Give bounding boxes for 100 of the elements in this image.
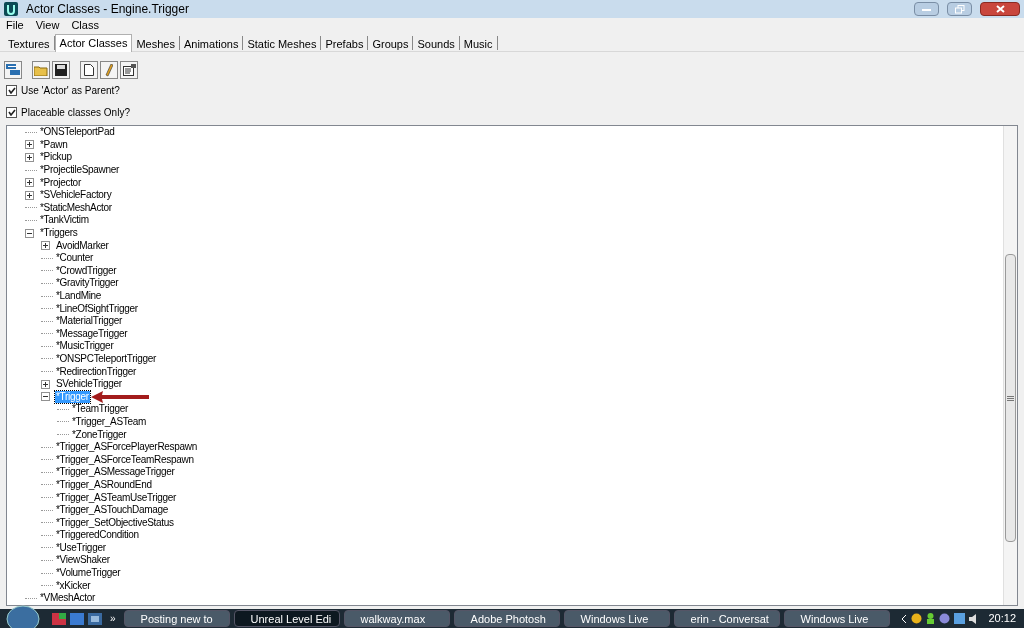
tray-globe-icon[interactable] — [939, 613, 951, 624]
tab[interactable]: Prefabs — [321, 35, 369, 50]
window-title: Actor Classes - Engine.Trigger — [26, 1, 190, 18]
tab[interactable]: Actor Classes — [54, 33, 133, 52]
taskbar-button[interactable]: Adobe Photosh — [453, 610, 560, 627]
expander[interactable] — [41, 241, 50, 251]
tree-item[interactable]: *Trigger_SetObjectiveStatus — [55, 516, 175, 529]
tree-item[interactable]: *TriggeredCondition — [55, 529, 140, 542]
edit-button[interactable] — [100, 61, 118, 79]
tree-item[interactable]: *Projector — [39, 176, 82, 189]
quick-launch-icon[interactable] — [52, 612, 66, 625]
tray-person-icon[interactable] — [926, 613, 936, 624]
tree-item[interactable]: *TankVictim — [39, 214, 90, 227]
tree-item[interactable]: *Trigger_ASTeamUseTrigger — [55, 491, 178, 504]
clock[interactable]: 20:12 — [984, 610, 1020, 627]
app-icon — [4, 2, 18, 16]
tab[interactable]: Music — [459, 35, 498, 50]
pencil-icon — [105, 63, 113, 77]
scrollbar[interactable] — [1003, 126, 1017, 605]
tree-item[interactable]: *GravityTrigger — [55, 277, 120, 290]
restore-icon — [954, 4, 965, 14]
tab[interactable]: Textures — [4, 35, 55, 50]
tree-item[interactable]: *ONSTeleportPad — [39, 126, 116, 139]
overflow-chevron[interactable]: » — [106, 611, 120, 626]
taskbar-button[interactable]: erin - Conversat — [673, 610, 780, 627]
tree-item[interactable]: *Trigger_ASRoundEnd — [55, 478, 153, 491]
taskbar-button[interactable]: Unreal Level Edi — [233, 610, 340, 627]
plus-icon — [43, 243, 48, 249]
tray-status-icon[interactable] — [911, 613, 923, 624]
tree-item[interactable]: *RedirectionTrigger — [55, 365, 138, 378]
tab[interactable]: Animations — [179, 35, 244, 50]
expander[interactable] — [41, 392, 50, 402]
tree-item[interactable]: *VMeshActor — [39, 592, 97, 605]
tab[interactable]: Groups — [368, 35, 414, 50]
tab[interactable]: Sounds — [413, 35, 460, 50]
menu-item[interactable]: Class — [71, 17, 99, 34]
tree-item[interactable]: *Triggers — [39, 227, 79, 240]
blank-page-icon — [84, 64, 94, 76]
save-button[interactable] — [52, 61, 70, 79]
tree-view-button[interactable] — [4, 61, 22, 79]
new-button[interactable] — [80, 61, 98, 79]
properties-icon — [122, 64, 136, 76]
tree-item[interactable]: *ZoneTrigger — [71, 428, 128, 441]
tree-item[interactable]: *Trigger_ASMessageTrigger — [55, 466, 176, 479]
tree-item[interactable]: *xKicker — [55, 579, 92, 592]
tree-item[interactable]: *Trigger_ASForceTeamRespawn — [55, 453, 195, 466]
plus-icon — [27, 142, 32, 148]
minimize-button[interactable] — [914, 2, 939, 16]
tree-item[interactable]: *ViewShaker — [55, 554, 111, 567]
tree-item[interactable]: *ONSPCTeleportTrigger — [55, 353, 158, 365]
tree-item[interactable]: *StaticMeshActor — [39, 201, 113, 214]
expander[interactable] — [41, 379, 50, 389]
expander[interactable] — [25, 190, 34, 200]
restore-button[interactable] — [947, 2, 972, 16]
tree-item[interactable]: *Trigger_ASForcePlayerRespawn — [55, 441, 198, 454]
tree-item[interactable]: *SVehicleFactory — [39, 189, 113, 202]
start-orb-icon[interactable] — [6, 605, 40, 628]
tree-item[interactable]: *Trigger_ASTeam — [71, 415, 148, 428]
tray-chevron-icon[interactable] — [902, 614, 908, 623]
expander[interactable] — [25, 178, 34, 188]
properties-button[interactable] — [120, 61, 138, 79]
expander[interactable] — [25, 140, 34, 150]
expander[interactable] — [25, 153, 34, 162]
tree-item[interactable]: *UseTrigger — [55, 541, 107, 554]
window-switch-icon[interactable] — [88, 612, 102, 625]
taskbar-button[interactable]: Windows Live — [563, 610, 670, 627]
tree-item[interactable]: *VolumeTrigger — [55, 567, 122, 580]
tree-item[interactable]: *LineOfSightTrigger — [55, 302, 139, 315]
close-button[interactable] — [980, 2, 1020, 16]
expander[interactable] — [25, 228, 34, 238]
tree-item[interactable]: *MessageTrigger — [55, 327, 129, 340]
minus-icon — [43, 396, 48, 398]
checkbox[interactable] — [6, 107, 17, 118]
tree-item[interactable]: *MusicTrigger — [55, 340, 115, 353]
window-stack-icon — [6, 64, 20, 76]
tree-item[interactable]: SVehicleTrigger — [55, 378, 123, 391]
scrollbar-thumb[interactable] — [1005, 254, 1016, 542]
tab[interactable]: Static Meshes — [243, 35, 322, 50]
tree-item[interactable]: *Trigger_ASTouchDamage — [55, 504, 169, 517]
tree-item[interactable]: *Counter — [55, 252, 95, 265]
desktop-icon[interactable] — [70, 612, 84, 625]
taskbar-button[interactable]: walkway.max — [343, 610, 450, 627]
tree-item[interactable]: *CrowdTrigger — [55, 264, 118, 277]
menu-item[interactable]: File — [6, 17, 24, 34]
tab[interactable]: Meshes — [132, 35, 180, 50]
taskbar-button[interactable]: Posting new to — [123, 610, 230, 627]
tree-item[interactable]: *Pickup — [39, 151, 73, 164]
minimize-icon — [922, 7, 931, 11]
checkbox[interactable] — [6, 85, 17, 96]
tree-item[interactable]: *Pawn — [39, 138, 69, 151]
tray-network-icon[interactable] — [954, 613, 966, 624]
tree-item[interactable]: *LandMine — [55, 290, 103, 302]
tree-item[interactable]: AvoidMarker — [55, 239, 110, 252]
checkbox-label: Placeable classes Only? — [21, 106, 130, 120]
taskbar-button[interactable]: Windows Live — [783, 610, 890, 627]
menu-item[interactable]: View — [35, 17, 60, 34]
tree-item[interactable]: *TeamTrigger — [71, 403, 130, 416]
tree-item[interactable]: *ProjectileSpawner — [39, 164, 121, 177]
plus-icon — [27, 180, 32, 186]
tree-item[interactable]: *MaterialTrigger — [55, 315, 123, 328]
